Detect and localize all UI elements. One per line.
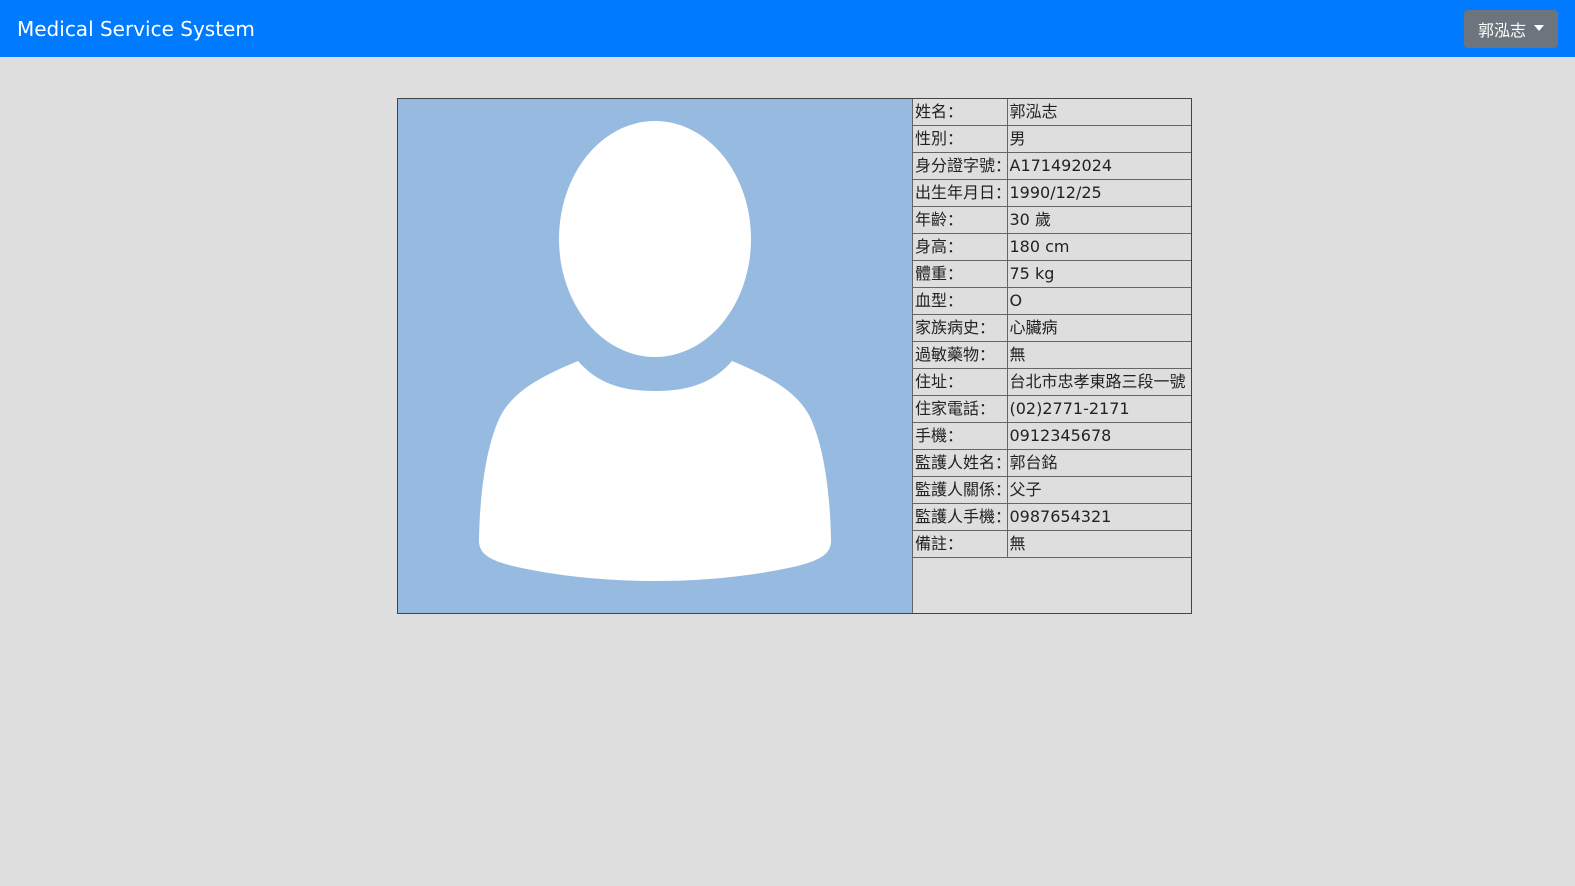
info-value: 180 cm bbox=[1006, 233, 1191, 261]
info-row: 年齡： 30 歲 bbox=[913, 206, 1191, 234]
info-row: 監護人手機： 0987654321 bbox=[913, 503, 1191, 531]
info-value: (02)2771-2171 bbox=[1006, 395, 1191, 423]
info-row: 出生年月日： 1990/12/25 bbox=[913, 179, 1191, 207]
info-row: 姓名： 郭泓志 bbox=[913, 99, 1191, 126]
info-value: 心臟病 bbox=[1006, 314, 1191, 342]
info-label: 血型： bbox=[913, 287, 1008, 315]
info-label: 出生年月日： bbox=[913, 179, 1008, 207]
info-label: 住家電話： bbox=[913, 395, 1008, 423]
info-label: 過敏藥物： bbox=[913, 341, 1008, 369]
info-label: 年齡： bbox=[913, 206, 1008, 234]
user-menu-dropdown-button[interactable]: 郭泓志 bbox=[1464, 10, 1558, 48]
info-label: 家族病史： bbox=[913, 314, 1008, 342]
app-title[interactable]: Medical Service System bbox=[17, 16, 255, 42]
top-navbar: Medical Service System 郭泓志 bbox=[0, 0, 1575, 57]
info-label: 性別： bbox=[913, 125, 1008, 153]
info-value: 無 bbox=[1006, 530, 1191, 558]
caret-down-icon bbox=[1534, 25, 1544, 31]
info-row: 身分證字號： A171492024 bbox=[913, 152, 1191, 180]
info-label: 體重： bbox=[913, 260, 1008, 288]
user-name-label: 郭泓志 bbox=[1477, 21, 1526, 40]
info-row: 備註：無 bbox=[913, 530, 1191, 558]
info-value: 30 歲 bbox=[1006, 206, 1191, 234]
info-row: 過敏藥物：無 bbox=[913, 341, 1191, 369]
user-silhouette-icon bbox=[478, 121, 832, 581]
info-value: A171492024 bbox=[1006, 152, 1191, 180]
info-value: 0912345678 bbox=[1006, 422, 1191, 450]
info-row: 家族病史： 心臟病 bbox=[913, 314, 1191, 342]
info-label: 身分證字號： bbox=[913, 152, 1008, 180]
info-label: 監護人姓名： bbox=[913, 449, 1008, 477]
info-label: 監護人關係： bbox=[913, 476, 1008, 504]
info-row: 身高： 180 cm bbox=[913, 233, 1191, 261]
info-row: 監護人姓名： 郭台銘 bbox=[913, 449, 1191, 477]
info-value: 75 kg bbox=[1006, 260, 1191, 288]
info-value: 1990/12/25 bbox=[1006, 179, 1191, 207]
info-value: O bbox=[1006, 287, 1191, 315]
info-value: 郭泓志 bbox=[1006, 99, 1191, 126]
info-label: 姓名： bbox=[913, 99, 1008, 126]
info-value: 男 bbox=[1006, 125, 1191, 153]
patient-info-table: 姓名： 郭泓志 性別：男身分證字號： A171492024 出生年月日： 1990/12/… bbox=[913, 99, 1191, 558]
info-value: 台北市忠孝東路三段一號 bbox=[1006, 368, 1191, 396]
info-label: 手機： bbox=[913, 422, 1008, 450]
patient-profile-card: 姓名： 郭泓志 性別：男身分證字號： A171492024 出生年月日： 1990/12/… bbox=[397, 98, 1192, 614]
info-value: 0987654321 bbox=[1006, 503, 1191, 531]
info-row: 血型： O bbox=[913, 287, 1191, 315]
patient-photo bbox=[398, 99, 913, 613]
info-row: 性別：男 bbox=[913, 125, 1191, 153]
info-row: 住址： 台北市忠孝東路三段一號 bbox=[913, 368, 1191, 396]
info-row: 住家電話： (02)2771-2171 bbox=[913, 395, 1191, 423]
info-value: 無 bbox=[1006, 341, 1191, 369]
info-row: 手機： 0912345678 bbox=[913, 422, 1191, 450]
info-value: 父子 bbox=[1006, 476, 1191, 504]
info-label: 監護人手機： bbox=[913, 503, 1008, 531]
info-row: 體重： 75 kg bbox=[913, 260, 1191, 288]
info-label: 備註： bbox=[913, 530, 1008, 558]
info-label: 身高： bbox=[913, 233, 1008, 261]
info-label: 住址： bbox=[913, 368, 1008, 396]
info-value: 郭台銘 bbox=[1006, 449, 1191, 477]
info-row: 監護人關係： 父子 bbox=[913, 476, 1191, 504]
